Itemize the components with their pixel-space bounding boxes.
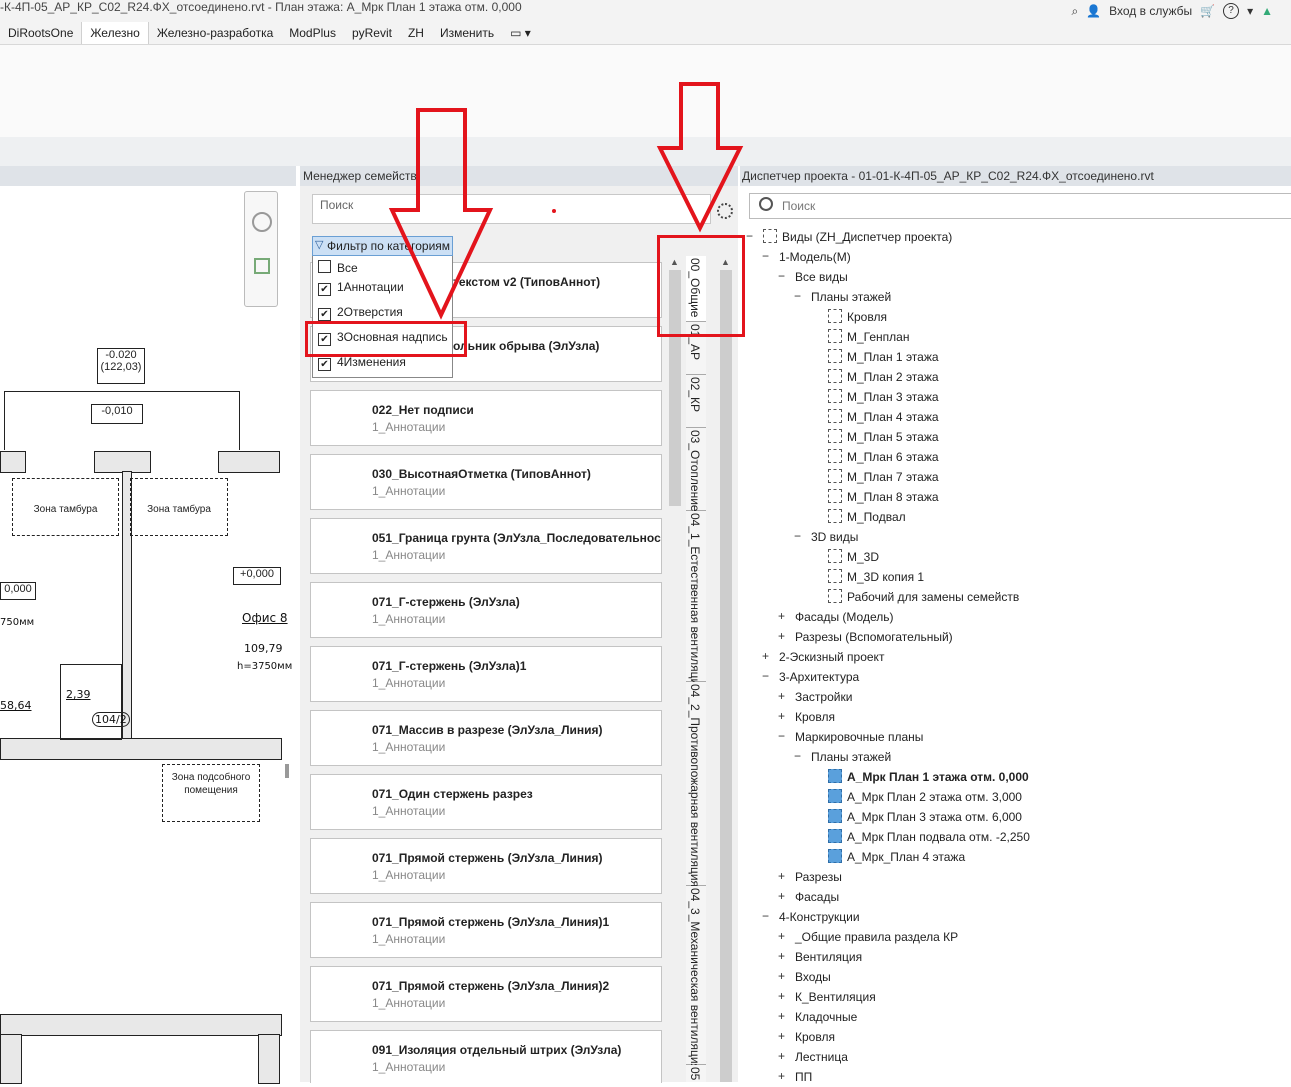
annotation-overlay bbox=[388, 82, 744, 320]
red-highlight-tab bbox=[657, 235, 745, 337]
red-highlight-filter bbox=[305, 321, 467, 357]
red-arrow-right bbox=[656, 82, 744, 233]
red-arrow-left bbox=[388, 108, 494, 320]
